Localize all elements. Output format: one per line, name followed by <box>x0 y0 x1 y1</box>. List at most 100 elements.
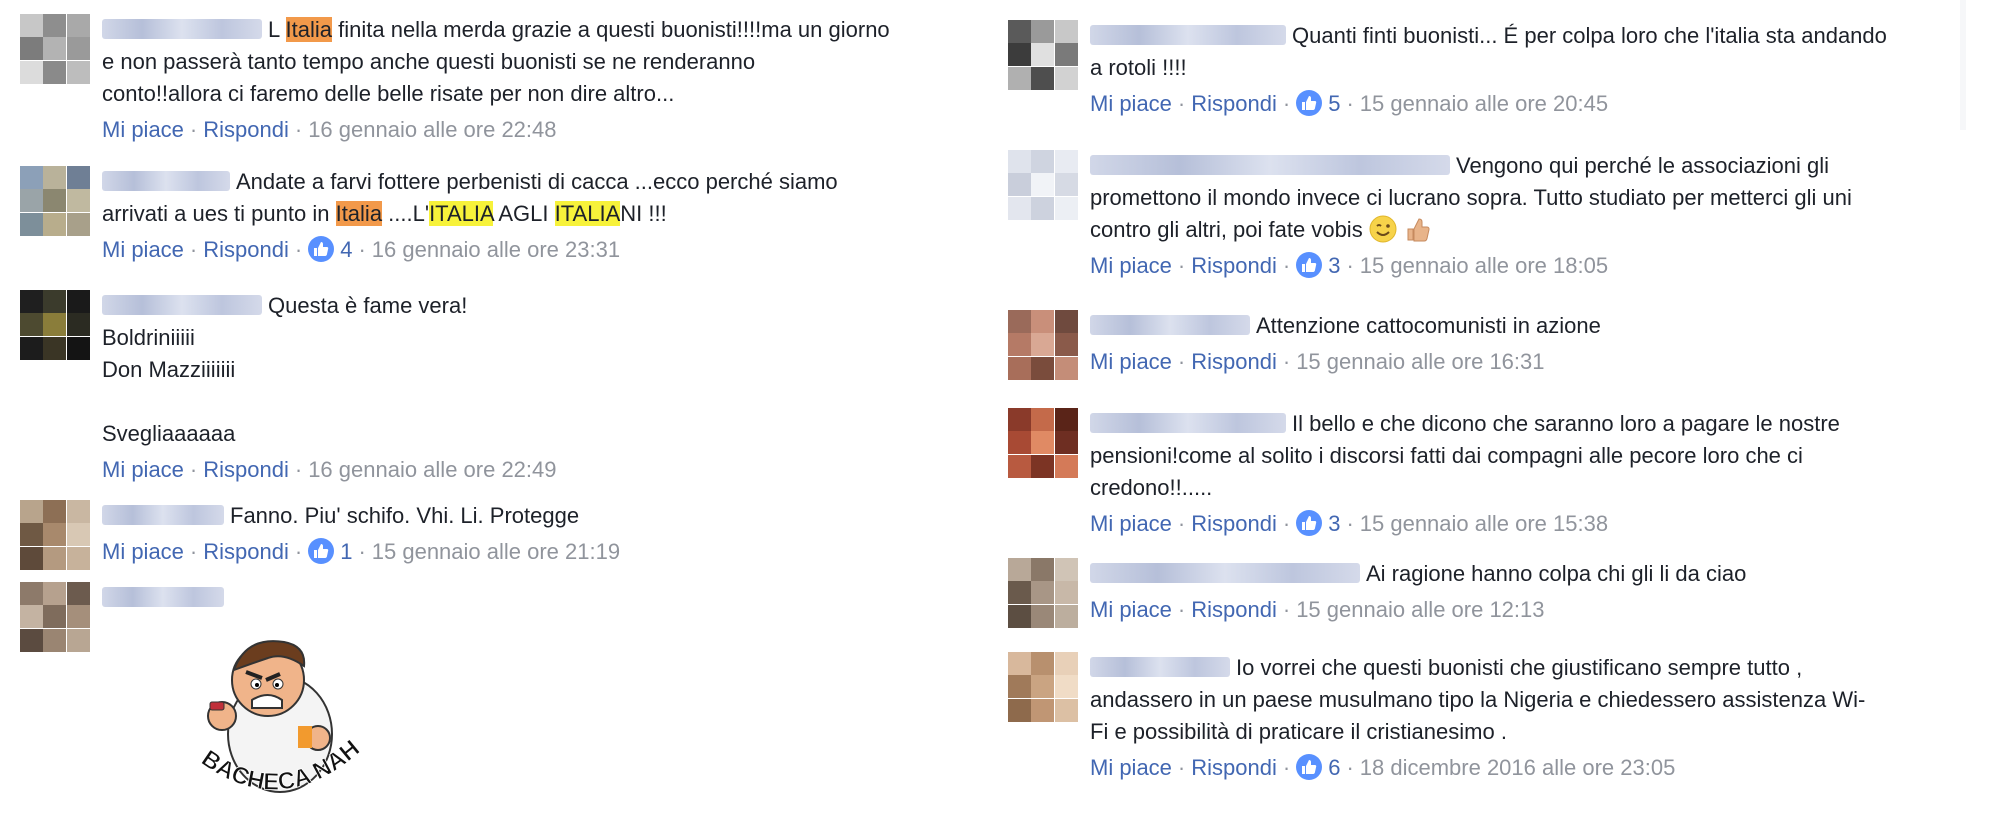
like-link[interactable]: Mi piace <box>102 539 184 564</box>
avatar-pixel <box>1054 431 1078 455</box>
avatar-pixel <box>1031 581 1055 605</box>
avatar-pixel <box>43 189 67 213</box>
comment-line: Andate a farvi fottere perbenisti di cac… <box>102 166 980 198</box>
comment-timestamp[interactable]: 18 dicembre 2016 alle ore 23:05 <box>1360 755 1676 780</box>
avatar-pixel <box>1054 20 1078 43</box>
comment-line: Svegliaaaaaa <box>102 418 980 450</box>
commenter-name[interactable] <box>1090 25 1286 46</box>
commenter-name[interactable] <box>102 19 262 40</box>
comment-timestamp[interactable]: 15 gennaio alle ore 12:13 <box>1296 597 1544 622</box>
commenter-name[interactable] <box>102 505 224 526</box>
avatar-pixel <box>43 582 67 605</box>
reply-link[interactable]: Rispondi <box>203 237 289 262</box>
avatar[interactable] <box>1008 20 1078 90</box>
reply-link[interactable]: Rispondi <box>203 539 289 564</box>
separator-dot: · <box>1177 755 1186 780</box>
avatar-pixel <box>1054 652 1078 675</box>
commenter-name[interactable] <box>1090 315 1250 336</box>
comment-timestamp[interactable]: 15 gennaio alle ore 21:19 <box>372 539 620 564</box>
commenter-name[interactable] <box>102 587 224 608</box>
angry-cartoon-sticker: BACHECA NAHI! <box>176 601 380 817</box>
avatar-pixel <box>43 313 67 337</box>
reaction-count[interactable]: 5 <box>1296 90 1340 117</box>
commenter-name[interactable] <box>1090 155 1450 176</box>
like-link[interactable]: Mi piace <box>102 237 184 262</box>
comment-timestamp[interactable]: 16 gennaio alle ore 23:31 <box>372 237 620 262</box>
like-count: 3 <box>1328 253 1341 278</box>
avatar-pixel <box>1008 581 1031 605</box>
comment-timestamp[interactable]: 15 gennaio alle ore 16:31 <box>1296 349 1544 374</box>
like-link[interactable]: Mi piace <box>1090 755 1172 780</box>
avatar-pixel <box>43 166 67 189</box>
like-link[interactable]: Mi piace <box>1090 597 1172 622</box>
reaction-count[interactable]: 3 <box>1296 252 1341 279</box>
avatar[interactable] <box>20 166 90 236</box>
avatar[interactable] <box>1008 652 1078 722</box>
reply-link[interactable]: Rispondi <box>1191 349 1277 374</box>
avatar-pixel <box>20 523 43 547</box>
avatar-pixel <box>20 189 43 213</box>
comment-timestamp[interactable]: 15 gennaio alle ore 20:45 <box>1360 91 1608 116</box>
comment-actions: Mi piace · Rispondi · 15 gennaio alle ore 16… <box>1090 346 1968 378</box>
wink-emoji-icon <box>1369 215 1397 243</box>
avatar[interactable] <box>20 500 90 570</box>
reply-link[interactable]: Rispondi <box>1191 253 1277 278</box>
like-link[interactable]: Mi piace <box>1090 253 1172 278</box>
avatar[interactable] <box>1008 558 1078 628</box>
avatar[interactable] <box>1008 150 1078 220</box>
reaction-count[interactable]: 1 <box>308 538 352 565</box>
separator-dot: · <box>1282 511 1291 536</box>
commenter-name[interactable] <box>102 295 262 316</box>
like-reaction-icon <box>308 538 335 565</box>
avatar-pixel <box>1008 604 1031 628</box>
comment-actions: Mi piace · Rispondi · 16 gennaio alle ore 22… <box>102 454 980 486</box>
avatar[interactable] <box>20 14 90 84</box>
like-link[interactable]: Mi piace <box>102 117 184 142</box>
comment-actions: Mi piace · Rispondi · 16 gennaio alle ore 22… <box>102 114 980 146</box>
reply-link[interactable]: Rispondi <box>1191 511 1277 536</box>
reaction-count[interactable]: 6 <box>1296 754 1340 781</box>
comment-line: contro gli altri, poi fate vobis <box>1090 214 1968 246</box>
avatar-pixel <box>1031 698 1055 722</box>
comment-text: arrivati a ues ti punto in <box>102 201 336 226</box>
comment-actions: Mi piace · Rispondi · 4 · 16 gennaio alle ore … <box>102 234 980 266</box>
comment-timestamp[interactable]: 16 gennaio alle ore 22:49 <box>308 457 556 482</box>
avatar[interactable] <box>1008 310 1078 380</box>
avatar-pixel <box>1054 173 1078 197</box>
commenter-name[interactable] <box>1090 563 1360 584</box>
separator-dot: · <box>294 117 303 142</box>
like-link[interactable]: Mi piace <box>1090 349 1172 374</box>
reply-link[interactable]: Rispondi <box>203 457 289 482</box>
avatar-pixel <box>1031 43 1055 67</box>
avatar[interactable] <box>20 290 90 360</box>
avatar[interactable] <box>20 582 90 652</box>
avatar-pixel <box>20 60 43 84</box>
like-link[interactable]: Mi piace <box>1090 511 1172 536</box>
avatar-pixel <box>43 546 67 570</box>
comment-line <box>102 386 980 418</box>
reply-link[interactable]: Rispondi <box>1191 91 1277 116</box>
commenter-name[interactable] <box>1090 657 1230 678</box>
comment-timestamp[interactable]: 15 gennaio alle ore 15:38 <box>1360 511 1608 536</box>
avatar-pixel <box>1031 150 1055 173</box>
avatar[interactable] <box>1008 408 1078 478</box>
comment-timestamp[interactable]: 16 gennaio alle ore 22:48 <box>308 117 556 142</box>
avatar-pixel <box>1054 558 1078 581</box>
reaction-count[interactable]: 4 <box>308 236 353 263</box>
separator-dot: · <box>358 237 366 262</box>
comment-text: promettono il mondo invece ci lucrano so… <box>1090 185 1852 210</box>
comment-timestamp[interactable]: 15 gennaio alle ore 18:05 <box>1360 253 1608 278</box>
avatar-pixel <box>1008 43 1031 67</box>
like-count: 4 <box>340 237 353 262</box>
like-link[interactable]: Mi piace <box>102 457 184 482</box>
commenter-name[interactable] <box>1090 413 1286 434</box>
separator-dot: · <box>1282 349 1291 374</box>
like-count: 3 <box>1328 511 1341 536</box>
reply-link[interactable]: Rispondi <box>1191 755 1277 780</box>
reply-link[interactable]: Rispondi <box>1191 597 1277 622</box>
comment-body: Andate a farvi fottere perbenisti di cac… <box>102 166 980 266</box>
commenter-name[interactable] <box>102 171 230 192</box>
reply-link[interactable]: Rispondi <box>203 117 289 142</box>
like-link[interactable]: Mi piace <box>1090 91 1172 116</box>
reaction-count[interactable]: 3 <box>1296 510 1341 537</box>
